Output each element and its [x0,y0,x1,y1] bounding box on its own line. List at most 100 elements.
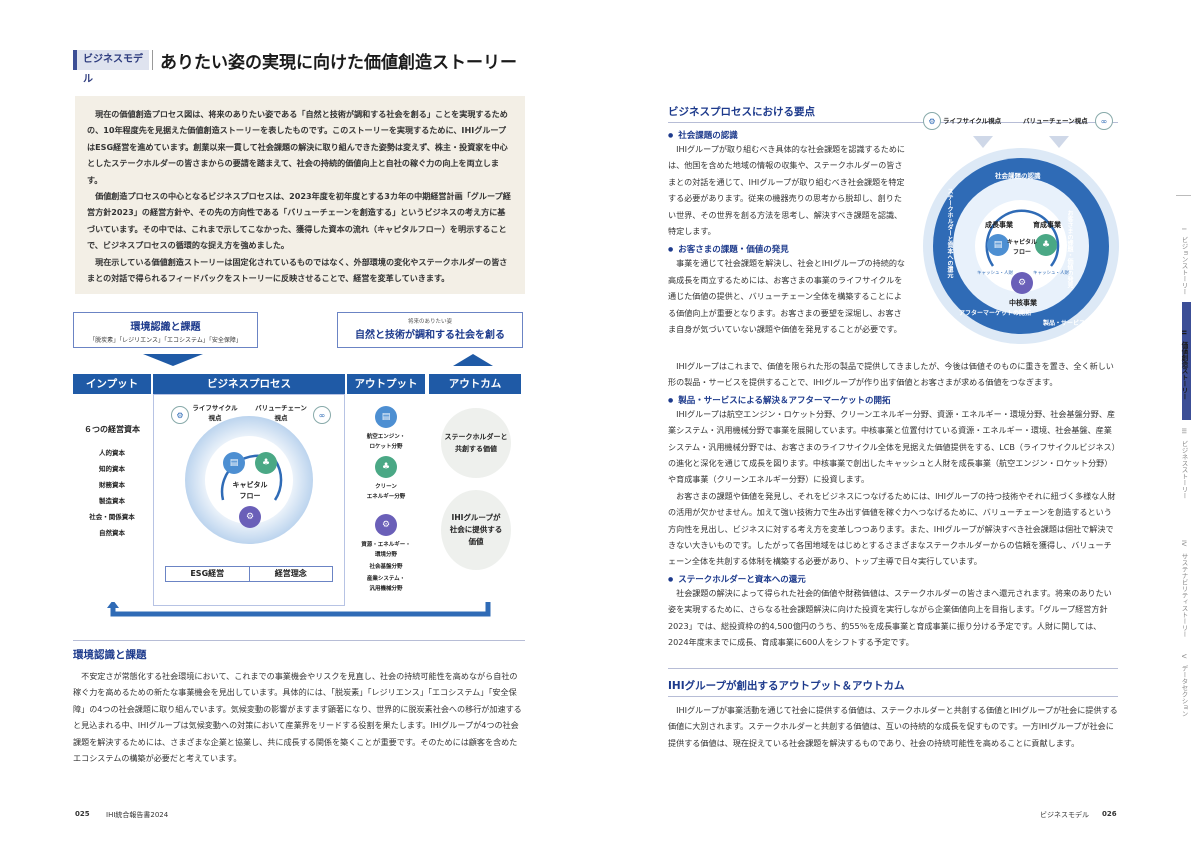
sidebar-item-sustainability[interactable]: IV サステナビリティストーリー [1176,540,1191,637]
core-icon: ⚙ [239,506,261,528]
esg-bar: ESG経営 経営理念 [165,566,333,582]
list-item: 製造資本 [99,497,125,505]
env-sub: 「脱炭素」「レジリエンス」「エコシステム」「安全保障」 [89,337,242,344]
feedback-arrow-icon [107,602,491,617]
intro-paragraph: 価値創造プロセスの中心となるビジネスプロセスは、2023年度を初年度とする3カ年… [87,191,511,251]
chain-icon: ∞ [313,406,331,424]
cash-label-right: キャッシュ・人財 [1033,271,1069,276]
process-paragraph: 事業を通じて社会課題を解決し、社会とIHIグループの持続的な高成長を両立するため… [668,258,906,335]
sidebar-item-data[interactable]: V データセクション [1176,654,1191,717]
aero-icon: ▤ [375,406,397,428]
output-paragraph: IHIグループが事業活動を通じて社会に提供する価値は、ステークホルダーと共創する… [668,705,1118,748]
output-item: 資源・エネルギー・ 環境分野 [361,542,411,558]
output-section-title: IHIグループが創出するアウトプット＆アウトカム [668,680,905,692]
outcome-column: アウトカム ステークホルダーと 共創する価値 IHIグループが 社会に提供する … [429,374,521,606]
divider [152,50,153,70]
goal-box: 将来のありたい姿 自然と技術が調和する社会を創る [337,312,523,348]
page-title: ありたい姿の実現に向けた価値創造ストーリー [160,53,517,73]
goal-small: 将来のありたい姿 [407,319,452,325]
up-arrow-icon [453,354,493,366]
footer-section: ビジネスモデル [1040,811,1089,819]
philosophy-label: 経営理念 [274,569,307,578]
list-item: 社会・関係資本 [89,513,135,521]
outcome-head: アウトカム [429,374,521,394]
list-item: 財務資本 [99,481,125,489]
capital-title: ６つの経営資本 [84,425,140,434]
output-item: クリーン エネルギー分野 [366,484,406,500]
growth-icon: ▤ [223,452,245,474]
value-creation-diagram: 環境認識と課題 「脱炭素」「レジリエンス」「エコシステム」「安全保障」 将来のあ… [73,310,525,630]
bullet-title: 製品・サービスによる解決＆アフターマーケットの開拓 [668,394,1118,406]
env-paragraph: 不安定さが常態化する社会環境において、これまでの事業機会やリスクを見直し、社会の… [73,671,522,764]
esg-label: ESG経営 [166,567,250,581]
intro-paragraph: 現在示している価値創造ストーリーは固定化されているものではなく、外部環境の変化や… [87,256,508,284]
env-section-body: 不安定さが常態化する社会環境において、これまでの事業機会やリスクを見直し、社会の… [73,668,525,766]
outcome-stakeholder: ステークホルダーと 共創する価値 [441,408,511,478]
list-item: 人的資本 [99,449,125,457]
capital-flow-label: キャピタル フロー [232,481,268,500]
process-column: ビジネスプロセス ⚙ ライフサイクル 視点 バリューチェーン 視点 ∞ ▤ ♣ … [153,374,345,606]
intro-box: 現在の価値創造プロセス図は、将来のありたい姿である「自然と技術が調和する社会を創… [75,96,525,294]
process-paragraph: お客さまの課題や価値を発見し、それをビジネスにつなげるためには、IHIグループの… [668,490,1116,567]
footer-title: IHI統合報告書2024 [106,811,169,819]
ring-label-2: お客さまの課題・価値の発見 [1066,210,1073,288]
nurture-label: 育成事業 [1033,221,1061,229]
env-title: 環境認識と課題 [130,322,201,333]
resource-icon: ⚙ [375,514,397,536]
output-column: アウトプット ▤ 航空エンジン・ ロケット分野 ♣ クリーン エネルギー分野 ⚙… [347,374,425,606]
divider [1176,195,1191,196]
ring-label-5: ステークホルダーと資本への還元 [946,188,953,278]
input-head: インプット [73,374,151,394]
ring-lifecycle-label: ライフサイクル視点 [943,117,1002,125]
valuechain-label: バリューチェーン 視点 [255,404,307,422]
sidebar-item-business[interactable]: III ビジネスストーリー [1176,428,1191,499]
output-item: 社会基盤分野 [369,564,403,570]
bullet-title: 社会課題の認識 [668,129,908,141]
process-text-narrow: 社会課題の認識 IHIグループが取り組むべき具体的な社会課題を認識するためには、… [668,128,908,337]
output-section-body: IHIグループが事業活動を通じて社会に提供する価値は、ステークホルダーと共創する… [668,702,1118,751]
cash-label-left: キャッシュ・人財 [977,271,1013,276]
core-icon: ⚙ [1011,272,1033,294]
ring-valuechain-label: バリューチェーン視点 [1023,117,1088,125]
lifecycle-icon: ⚙ [171,406,189,424]
section-tag: ビジネスモデル [73,50,149,85]
sidebar-item-value-creation[interactable]: II 価値創造ストーリー [1176,330,1191,400]
output-head: アウトプット [347,374,425,394]
list-item: 自然資本 [99,529,125,537]
env-box: 環境認識と課題 「脱炭素」「レジリエンス」「エコシステム」「安全保障」 [73,312,258,348]
ring-label-4: アフターマーケットの開拓 [959,310,1032,317]
output-item: 航空エンジン・ ロケット分野 [366,434,406,450]
process-head: ビジネスプロセス [153,374,345,394]
process-paragraph: IHIグループはこれまで、価値を限られた形の製品で提供してきましたが、今後は価値… [668,361,1114,388]
business-ring-diagram: ⚙ ライフサイクル視点 バリューチェーン視点 ∞ 社会課題の認識 お客さまの課題… [915,110,1125,346]
ring-label-3: 製品・サービスによる解決 [1043,320,1115,327]
process-section-title: ビジネスプロセスにおける要点 [668,106,815,118]
bullet-title: ステークホルダーと資本への還元 [668,573,1118,585]
lifecycle-label: ライフサイクル 視点 [192,404,238,422]
divider [668,696,1118,697]
goal-title: 自然と技術が調和する社会を創る [355,330,505,341]
intro-paragraph: 現在の価値創造プロセス図は、将来のありたい姿である「自然と技術が調和する社会を創… [87,109,508,185]
core-label: 中核事業 [1009,299,1037,307]
list-item: 知的資本 [99,465,125,473]
outcome-society: IHIグループが 社会に提供する 価値 [441,490,511,570]
clean-icon: ♣ [375,456,397,478]
ring-flow-label: キャピタル フロー [1007,239,1038,256]
env-section-title: 環境認識と課題 [73,649,147,661]
process-text-wide: IHIグループはこれまで、価値を限られた形の製品で提供してきましたが、今後は価値… [668,358,1118,651]
nurture-icon: ♣ [1035,234,1057,256]
divider [73,640,525,641]
sidebar-item-vision[interactable]: I ビジョンストーリー [1176,228,1191,295]
nurture-icon: ♣ [255,452,277,474]
divider [668,668,1118,669]
process-paragraph: IHIグループは航空エンジン・ロケット分野、クリーンエネルギー分野、資源・エネル… [668,408,1116,485]
process-paragraph: IHIグループが取り組むべき具体的な社会課題を認識するためには、他国を含めた地域… [668,144,906,237]
growth-icon: ▤ [987,234,1009,256]
page-number-right: 026 [1102,810,1117,818]
growth-label: 成長事業 [985,221,1013,229]
bullet-title: お客さまの課題・価値の発見 [668,243,908,255]
process-paragraph: 社会課題の解決によって得られた社会的価値や財務価値は、ステークホルダーの皆さまへ… [668,587,1112,648]
lifecycle-icon: ⚙ [923,112,941,130]
output-item: 産業システム・ 汎用機械分野 [366,576,406,592]
chain-icon: ∞ [1095,112,1113,130]
